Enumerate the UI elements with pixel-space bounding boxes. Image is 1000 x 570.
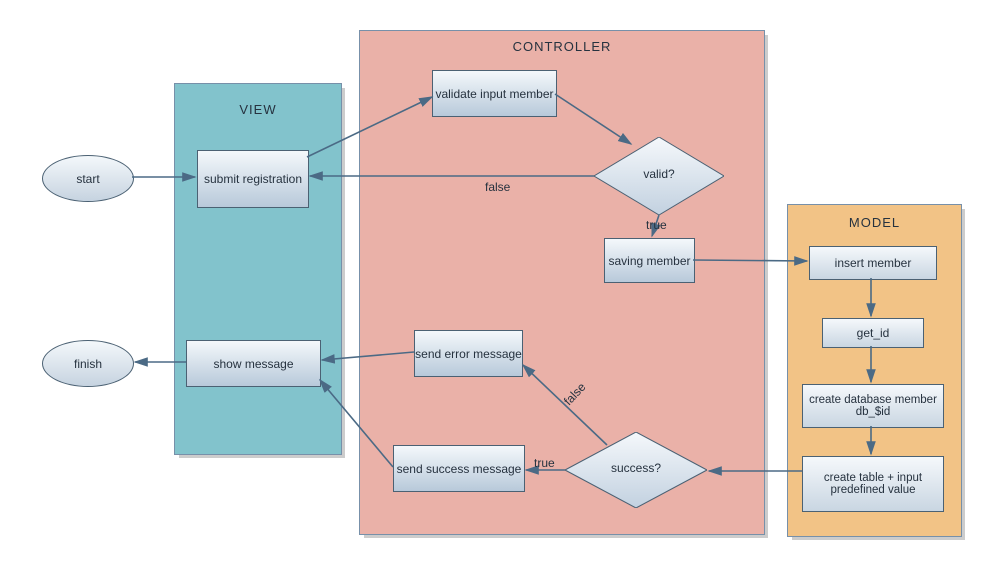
controller-title: CONTROLLER [360,39,764,54]
insert-member-node: insert member [809,246,937,280]
view-title: VIEW [175,102,341,117]
start-node: start [42,155,134,202]
view-panel: VIEW [174,83,342,455]
show-message-node: show message [186,340,321,387]
success-decision: success? [565,432,707,508]
send-success-node: send success message [393,445,525,492]
flowchart-diagram: VIEW CONTROLLER MODEL start finish submi… [0,0,1000,570]
success-label: success? [565,461,707,475]
valid-decision: valid? [594,137,724,215]
finish-node: finish [42,340,134,387]
submit-registration-node: submit registration [197,150,309,208]
false-label-1: false [485,180,510,194]
send-error-node: send error message [414,330,523,377]
create-table-node: create table + input predefined value [802,456,944,512]
create-database-node: create database member db_$id [802,384,944,428]
true-label-1: true [646,218,667,232]
get-id-node: get_id [822,318,924,348]
saving-member-node: saving member [604,238,695,283]
validate-input-node: validate input member [432,70,557,117]
true-label-2: true [534,456,555,470]
valid-label: valid? [594,167,724,181]
model-title: MODEL [788,215,961,230]
